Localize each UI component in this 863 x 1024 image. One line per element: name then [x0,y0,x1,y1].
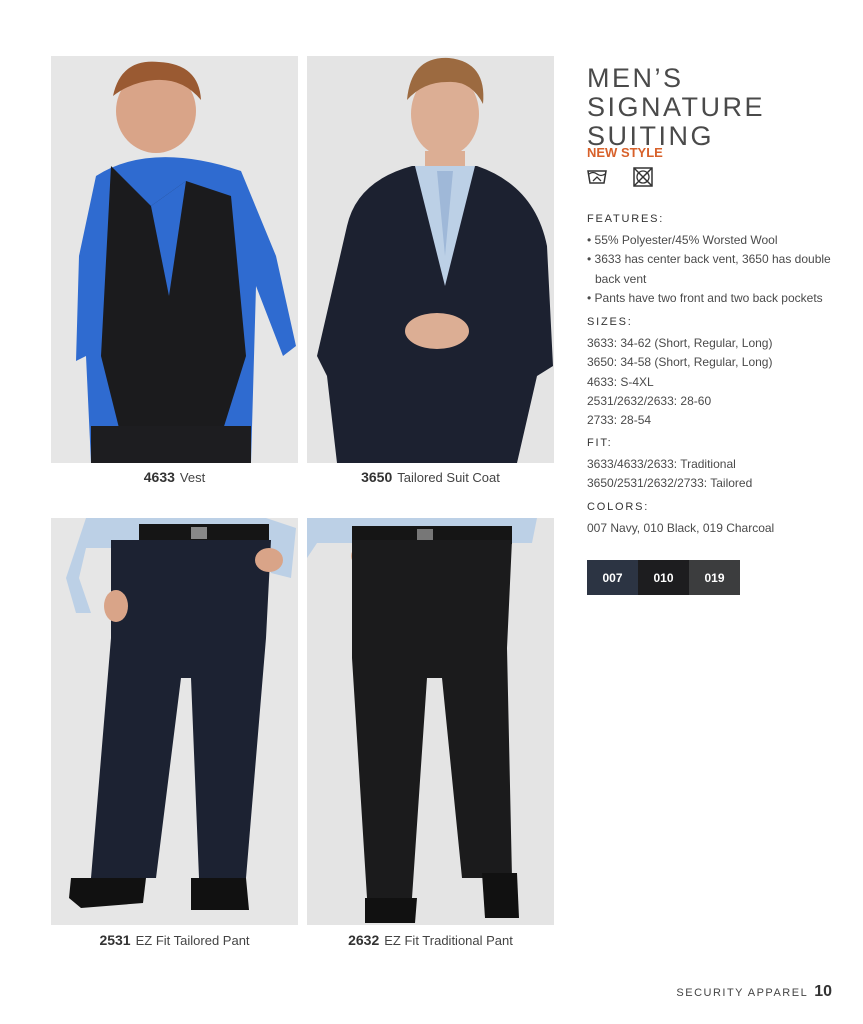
do-not-tumble-dry-icon [632,166,654,188]
fit-section: FIT: 3633/4633/2633: Traditional 3650/25… [587,434,847,494]
product-name: Vest [179,470,206,485]
color-swatches: 007 010 019 [587,560,740,595]
product-code: 4633 [143,469,175,485]
size-item: 4633: S-4XL [587,374,654,389]
size-item: 3633: 34-62 (Short, Regular, Long) [587,336,773,351]
new-style-label: NEW STYLE [587,145,663,160]
feature-item: • 55% Polyester/45% Worsted Wool [587,233,778,248]
hand-wash-icon [586,166,608,188]
suit-coat-model-image [307,56,554,463]
fit-heading: FIT: [587,437,613,449]
sizes-heading: SIZES: [587,316,633,328]
fit-item: 3633/4633/2633: Traditional [587,457,736,472]
product-photo-suit-coat [307,56,554,463]
page-footer: SECURITY APPAREL 10 [676,983,832,1001]
feature-item: • Pants have two front and two back pock… [587,290,823,305]
color-swatch-charcoal: 019 [689,560,740,595]
size-item: 2531/2632/2633: 28-60 [587,393,712,408]
product-code: 2632 [348,932,380,948]
traditional-pant-model-image [307,518,554,925]
product-photo-traditional-pant [307,518,554,925]
fit-item: 3650/2531/2632/2733: Tailored [587,476,753,491]
product-photo-tailored-pant [51,518,298,925]
product-caption: 2531 EZ Fit Tailored Pant [51,932,298,948]
size-item: 3650: 34-58 (Short, Regular, Long) [587,355,773,370]
color-swatch-black: 010 [638,560,689,595]
tailored-pant-model-image [51,518,298,925]
page-number: 10 [814,983,832,1000]
product-photo-vest [51,56,298,463]
sizes-section: SIZES: 3633: 34-62 (Short, Regular, Long… [587,313,847,430]
product-name: Tailored Suit Coat [397,470,500,485]
features-section: FEATURES: • 55% Polyester/45% Worsted Wo… [587,210,847,308]
colors-text: 007 Navy, 010 Black, 019 Charcoal [587,521,775,536]
features-heading: FEATURES: [587,213,665,225]
colors-heading: COLORS: [587,501,650,513]
page-title: MEN’S SIGNATURE SUITING [587,63,766,151]
feature-item: • 3633 has center back vent, 3650 has do… [587,252,831,286]
product-caption: 4633 Vest [51,469,298,485]
colors-section: COLORS: 007 Navy, 010 Black, 019 Charcoa… [587,498,847,538]
product-caption: 3650 Tailored Suit Coat [307,469,554,485]
product-code: 2531 [99,932,131,948]
footer-section-title: SECURITY APPAREL [676,987,809,999]
size-item: 2733: 28-54 [587,413,652,428]
product-caption: 2632 EZ Fit Traditional Pant [307,932,554,948]
product-name: EZ Fit Tailored Pant [135,933,250,948]
product-name: EZ Fit Traditional Pant [384,933,513,948]
color-swatch-navy: 007 [587,560,638,595]
vest-model-image [51,56,298,463]
product-code: 3650 [361,469,393,485]
